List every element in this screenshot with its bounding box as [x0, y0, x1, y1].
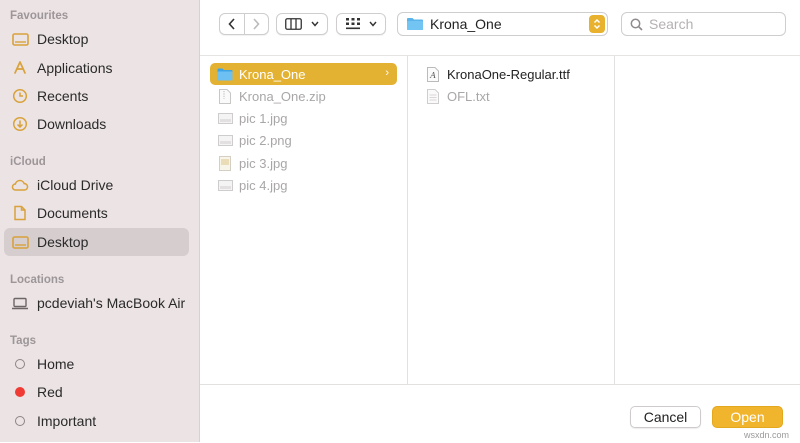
laptop-icon	[11, 294, 29, 312]
list-item-label: pic 3.jpg	[239, 155, 288, 171]
list-item-image[interactable]: pic 1.jpg	[217, 107, 397, 129]
sidebar-item-label: Recents	[37, 88, 89, 104]
toolbar: Krona_One	[200, 0, 800, 48]
nav-buttons	[219, 13, 269, 35]
list-item-zip[interactable]: Krona_One.zip	[217, 85, 397, 107]
tag-dot-icon	[11, 355, 29, 373]
image-file-icon	[217, 110, 233, 126]
font-file-icon: A	[425, 66, 441, 82]
column-1: Krona_One › Krona_One.zip pic 1.jpg pic …	[200, 56, 408, 386]
sidebar-item-label: Important	[37, 413, 97, 429]
text-file-icon	[425, 88, 441, 104]
tag-dot-icon	[11, 383, 29, 401]
back-button[interactable]	[220, 14, 244, 34]
view-mode-button[interactable]	[276, 13, 328, 35]
list-item-folder[interactable]: Krona_One ›	[210, 63, 397, 85]
document-icon	[11, 204, 29, 222]
column-2: A KronaOne-Regular.ttf OFL.txt	[408, 56, 615, 386]
folder-icon	[407, 18, 423, 30]
open-button[interactable]: Open	[712, 406, 783, 428]
chevron-right-icon: ›	[385, 67, 389, 79]
chevron-left-icon	[228, 18, 235, 30]
cloud-icon	[11, 176, 29, 194]
sidebar-tag-red[interactable]: Red	[4, 378, 189, 406]
list-item-text[interactable]: OFL.txt	[425, 85, 605, 107]
dialog-footer: Cancel Open	[200, 384, 800, 443]
image-file-icon	[217, 155, 233, 171]
path-popup-label: Krona_One	[430, 16, 502, 32]
svg-text:A: A	[429, 71, 436, 80]
image-file-icon	[217, 132, 233, 148]
sidebar-item-downloads[interactable]: Downloads	[4, 110, 189, 138]
forward-button[interactable]	[244, 14, 268, 34]
column-view-icon	[285, 18, 302, 30]
sidebar: Favourites Desktop Applications Recents …	[0, 0, 200, 442]
sidebar-item-desktop[interactable]: Desktop	[4, 25, 189, 53]
chevron-right-icon	[253, 18, 260, 30]
section-title-tags: Tags	[10, 335, 36, 347]
column-3	[615, 56, 800, 386]
desktop-icon	[11, 233, 29, 251]
search-input[interactable]	[649, 16, 769, 32]
sidebar-item-label: Downloads	[37, 116, 107, 132]
list-item-label: pic 1.jpg	[239, 110, 288, 126]
watermark: wsxdn.com	[744, 430, 790, 440]
list-item-image[interactable]: pic 2.png	[217, 129, 397, 151]
path-popup[interactable]: Krona_One	[397, 12, 608, 36]
section-title-locations: Locations	[10, 274, 65, 286]
cancel-button[interactable]: Cancel	[630, 406, 701, 428]
list-item-label: OFL.txt	[447, 88, 490, 104]
applications-icon	[11, 59, 29, 77]
image-file-icon	[217, 177, 233, 193]
list-item-image[interactable]: pic 4.jpg	[217, 174, 397, 196]
sidebar-item-label: Desktop	[37, 234, 89, 250]
list-item-label: Krona_One	[239, 66, 306, 82]
sidebar-item-documents[interactable]: Documents	[4, 199, 189, 227]
list-item-image[interactable]: pic 3.jpg	[217, 152, 397, 174]
list-item-label: pic 2.png	[239, 132, 292, 148]
clock-icon	[11, 87, 29, 105]
list-item-label: KronaOne-Regular.ttf	[447, 66, 570, 82]
chevron-down-icon	[311, 21, 319, 27]
list-item-label: pic 4.jpg	[239, 177, 288, 193]
sidebar-item-label: Applications	[37, 60, 113, 76]
column-browser: Krona_One › Krona_One.zip pic 1.jpg pic …	[200, 55, 800, 386]
sidebar-item-macbook[interactable]: pcdeviah's MacBook Air	[4, 289, 189, 317]
tag-dot-icon	[11, 412, 29, 430]
list-item-label: Krona_One.zip	[239, 88, 326, 104]
chevron-down-icon	[368, 21, 377, 27]
search-field[interactable]	[621, 12, 786, 36]
sidebar-tag-home[interactable]: Home	[4, 350, 189, 378]
sidebar-item-label: Desktop	[37, 31, 89, 47]
download-icon	[11, 115, 29, 133]
sidebar-item-label: Documents	[37, 205, 108, 221]
folder-icon	[217, 66, 233, 82]
sidebar-item-label: Red	[37, 384, 63, 400]
sidebar-item-applications[interactable]: Applications	[4, 54, 189, 82]
grid-view-icon	[345, 18, 360, 30]
stepper-icon	[589, 15, 605, 33]
section-title-icloud: iCloud	[10, 156, 46, 168]
sidebar-tag-important[interactable]: Important	[4, 407, 189, 435]
sidebar-item-label: Home	[37, 356, 75, 372]
search-icon	[630, 18, 643, 31]
list-item-font[interactable]: A KronaOne-Regular.ttf	[425, 63, 605, 85]
desktop-icon	[11, 30, 29, 48]
zip-file-icon	[217, 88, 233, 104]
group-by-button[interactable]	[336, 13, 386, 35]
section-title-favourites: Favourites	[10, 10, 69, 22]
sidebar-item-desktop-icloud[interactable]: Desktop	[4, 228, 189, 256]
sidebar-item-icloud-drive[interactable]: iCloud Drive	[4, 171, 189, 199]
sidebar-item-label: iCloud Drive	[37, 177, 114, 193]
sidebar-item-label: pcdeviah's MacBook Air	[37, 295, 186, 311]
sidebar-item-recents[interactable]: Recents	[4, 82, 189, 110]
